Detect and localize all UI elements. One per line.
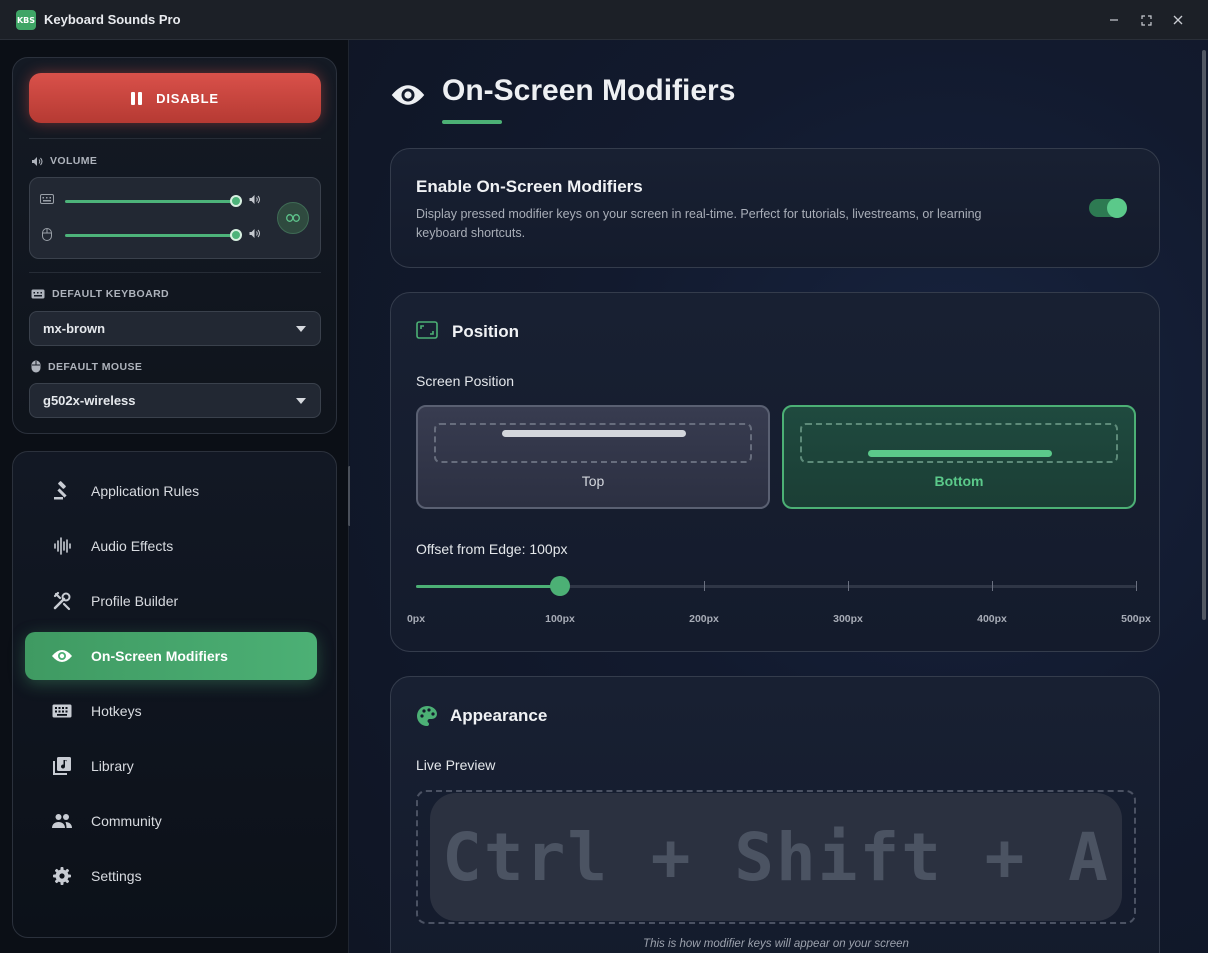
gavel-icon bbox=[51, 480, 73, 502]
close-button[interactable] bbox=[1164, 6, 1192, 34]
enable-card-title: Enable On-Screen Modifiers bbox=[416, 177, 643, 196]
slider-thumb[interactable] bbox=[230, 229, 242, 241]
volume-controls bbox=[29, 177, 321, 259]
maximize-button[interactable] bbox=[1132, 6, 1160, 34]
default-mouse-select[interactable]: g502x-wireless bbox=[29, 383, 321, 418]
close-icon bbox=[1173, 15, 1183, 25]
main-content: On-Screen Modifiers Enable On-Screen Mod… bbox=[350, 40, 1208, 953]
position-card: Position Screen Position Top Bottom Offs… bbox=[390, 292, 1160, 652]
preview-caption: This is how modifier keys will appear on… bbox=[643, 938, 909, 950]
nav-item-library[interactable]: Library bbox=[25, 742, 317, 790]
gear-icon bbox=[51, 865, 73, 887]
screen-position-label: Screen Position bbox=[416, 373, 515, 389]
nav-item-profile-builder[interactable]: Profile Builder bbox=[25, 577, 317, 625]
app-title: Keyboard Sounds Pro bbox=[44, 12, 181, 27]
mouse-icon bbox=[42, 228, 52, 244]
volume-section-label: VOLUME bbox=[31, 155, 97, 167]
scrollbar[interactable] bbox=[1202, 50, 1206, 620]
enable-card-description: Display pressed modifier keys on your sc… bbox=[416, 207, 982, 240]
slider-track[interactable] bbox=[65, 234, 235, 237]
offset-fill bbox=[416, 585, 560, 588]
mouse-volume-slider[interactable] bbox=[40, 227, 270, 243]
keyboard-volume-slider[interactable] bbox=[40, 193, 270, 209]
slider-thumb[interactable] bbox=[230, 195, 242, 207]
slider-track[interactable] bbox=[65, 200, 235, 203]
position-bottom-option[interactable]: Bottom bbox=[782, 405, 1136, 509]
position-top-label: Top bbox=[581, 473, 605, 489]
nav-item-on-screen-modifiers[interactable]: On-Screen Modifiers bbox=[25, 632, 317, 680]
library-icon bbox=[51, 755, 73, 777]
speaker-icon bbox=[248, 228, 261, 242]
keyboard-icon bbox=[31, 289, 45, 299]
eye-icon bbox=[391, 85, 425, 105]
offset-slider[interactable] bbox=[416, 576, 1137, 596]
keyboard-icon bbox=[51, 700, 73, 722]
title-underline bbox=[442, 120, 502, 124]
nav-item-settings[interactable]: Settings bbox=[25, 852, 317, 900]
divider bbox=[29, 272, 321, 273]
control-panel: DISABLE VOLUME DEFAULT KEYBOARD mx-brown… bbox=[12, 57, 337, 434]
minimize-button[interactable] bbox=[1100, 6, 1128, 34]
tick-label: 200px bbox=[689, 613, 719, 625]
nav-item-audio-effects[interactable]: Audio Effects bbox=[25, 522, 317, 570]
pause-icon bbox=[131, 91, 143, 105]
position-preview bbox=[434, 423, 752, 463]
mouse-icon bbox=[31, 360, 41, 373]
disable-label: DISABLE bbox=[156, 90, 219, 106]
tick-mark bbox=[992, 581, 993, 591]
position-top-option[interactable]: Top bbox=[416, 405, 770, 509]
position-card-title: Position bbox=[452, 322, 520, 341]
tick-label: 400px bbox=[977, 613, 1007, 625]
app-logo: KBS bbox=[16, 10, 36, 30]
nav-menu: Application Rules Audio Effects Profile … bbox=[12, 451, 337, 938]
tick-mark bbox=[848, 581, 849, 591]
nav-item-community[interactable]: Community bbox=[25, 797, 317, 845]
tick-label: 100px bbox=[545, 613, 575, 625]
waveform-icon bbox=[51, 535, 73, 557]
tick-label: 0px bbox=[406, 613, 426, 625]
tools-icon bbox=[51, 590, 73, 612]
tick-label: 300px bbox=[833, 613, 863, 625]
appearance-card-title: Appearance bbox=[450, 706, 548, 725]
position-preview bbox=[800, 423, 1118, 463]
chevron-down-icon bbox=[296, 326, 306, 332]
tick-mark bbox=[704, 581, 705, 591]
enable-toggle[interactable] bbox=[1089, 198, 1127, 218]
enable-card: Enable On-Screen Modifiers Display press… bbox=[390, 148, 1160, 268]
palette-icon bbox=[417, 706, 437, 726]
speaker-icon bbox=[248, 194, 261, 208]
nav-item-hotkeys[interactable]: Hotkeys bbox=[25, 687, 317, 735]
live-preview-label: Live Preview bbox=[416, 757, 496, 773]
position-icon bbox=[416, 321, 438, 339]
link-volumes-button[interactable] bbox=[277, 202, 309, 234]
title-bar: KBS Keyboard Sounds Pro bbox=[0, 0, 1208, 40]
divider bbox=[29, 138, 321, 139]
position-bottom-label: Bottom bbox=[934, 473, 984, 489]
chevron-down-icon bbox=[296, 398, 306, 404]
keyboard-icon bbox=[40, 194, 54, 207]
default-keyboard-select[interactable]: mx-brown bbox=[29, 311, 321, 346]
modifier-keys-preview: Ctrl + Shift + A bbox=[430, 793, 1122, 921]
speaker-icon bbox=[32, 156, 43, 166]
appearance-card: Appearance Live Preview Ctrl + Shift + A… bbox=[390, 676, 1160, 953]
default-keyboard-label: DEFAULT KEYBOARD bbox=[31, 288, 169, 300]
position-bar bbox=[868, 450, 1052, 457]
page-title: On-Screen Modifiers bbox=[442, 74, 736, 107]
people-icon bbox=[51, 810, 73, 832]
position-bar bbox=[502, 430, 686, 437]
nav-item-application-rules[interactable]: Application Rules bbox=[25, 467, 317, 515]
tick-mark bbox=[1136, 581, 1137, 591]
offset-slider-thumb[interactable] bbox=[550, 576, 570, 596]
tick-label: 500px bbox=[1121, 613, 1151, 625]
maximize-icon bbox=[1140, 14, 1152, 26]
default-mouse-label: DEFAULT MOUSE bbox=[31, 360, 142, 373]
disable-button[interactable]: DISABLE bbox=[29, 73, 321, 123]
live-preview-area: Ctrl + Shift + A bbox=[416, 790, 1136, 924]
toggle-knob bbox=[1107, 198, 1127, 218]
link-icon bbox=[286, 214, 300, 222]
sidebar: DISABLE VOLUME DEFAULT KEYBOARD mx-brown… bbox=[0, 40, 349, 953]
eye-icon bbox=[51, 645, 73, 667]
minimize-icon bbox=[1110, 19, 1118, 21]
offset-label: Offset from Edge: 100px bbox=[416, 541, 568, 557]
